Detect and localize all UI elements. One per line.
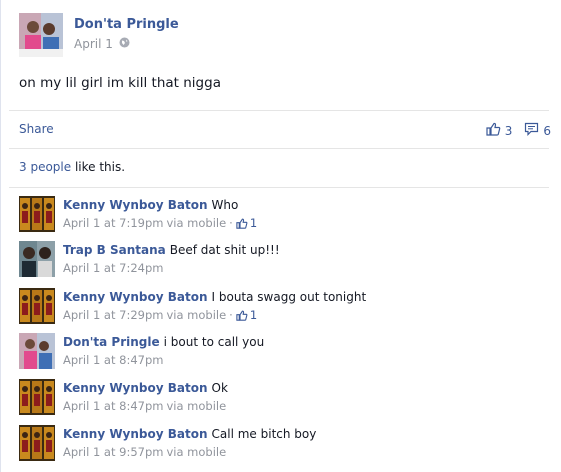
likes-summary-count[interactable]: 3 people: [19, 160, 71, 174]
comment-item: Kenny Wynboy Baton Call me bitch boy Apri…: [19, 425, 549, 461]
comment-meta: April 1 at 7:24pm: [63, 261, 163, 275]
comment-line: Kenny Wynboy Baton Call me bitch boy: [63, 427, 316, 441]
comment-via: via mobile: [166, 308, 227, 322]
post-card: Don'ta Pringle April 1 on my lil girl im…: [0, 0, 561, 472]
comment-author[interactable]: Kenny Wynboy Baton: [63, 381, 208, 395]
action-row: Share 3 6: [19, 122, 551, 138]
comment-author[interactable]: Kenny Wynboy Baton: [63, 427, 208, 441]
comment-meta: April 1 at 8:47pm: [63, 353, 163, 367]
thumbs-up-icon: [236, 310, 248, 321]
comment-meta: April 1 at 9:57pm via mobile: [63, 445, 226, 459]
commenter-avatar[interactable]: [19, 288, 55, 324]
comment-meta: April 1 at 7:29pm via mobile · 1: [63, 308, 257, 322]
comment-item: Don'ta Pringle i bout to call you April 1…: [19, 333, 549, 369]
comment-item: Kenny Wynboy Baton I bouta swagg out toni…: [19, 288, 549, 324]
divider: [9, 187, 549, 188]
comment-count[interactable]: 6: [543, 124, 551, 138]
comment-via: via mobile: [166, 399, 227, 413]
comment-text: I bouta swagg out tonight: [211, 290, 367, 304]
post-date[interactable]: April 1: [74, 37, 113, 51]
commenter-avatar[interactable]: [19, 333, 55, 369]
post-text: on my lil girl im kill that nigga: [19, 75, 221, 91]
comment-text: Call me bitch boy: [211, 427, 317, 441]
comment-item: Trap B Santana Beef dat shit up!!! April …: [19, 241, 549, 277]
commenter-avatar[interactable]: [19, 196, 55, 232]
counts: 3 6: [486, 122, 551, 139]
author-avatar[interactable]: [19, 13, 63, 57]
comment-via: via mobile: [166, 445, 227, 459]
comment-item: Kenny Wynboy Baton Ok April 1 at 8:47pm v…: [19, 379, 549, 415]
comment-line: Kenny Wynboy Baton I bouta swagg out toni…: [63, 290, 366, 304]
comment-author[interactable]: Kenny Wynboy Baton: [63, 198, 208, 212]
comment-time[interactable]: April 1 at 8:47pm: [63, 399, 163, 413]
comment-line: Kenny Wynboy Baton Who: [63, 198, 238, 212]
post-author-name[interactable]: Don'ta Pringle: [74, 17, 179, 32]
share-link[interactable]: Share: [19, 122, 54, 136]
likes-summary: 3 people like this.: [19, 160, 125, 174]
comment-meta: April 1 at 7:19pm via mobile · 1: [63, 216, 257, 230]
comment-line: Trap B Santana Beef dat shit up!!!: [63, 243, 280, 257]
commenter-avatar[interactable]: [19, 241, 55, 277]
comment-time[interactable]: April 1 at 7:24pm: [63, 261, 163, 275]
comment-icon[interactable]: [524, 122, 539, 139]
comment-text: i bout to call you: [163, 335, 265, 349]
comment-time[interactable]: April 1 at 9:57pm: [63, 445, 163, 459]
comment-author[interactable]: Trap B Santana: [63, 243, 166, 257]
comment-line: Don'ta Pringle i bout to call you: [63, 335, 264, 349]
comment-item: Kenny Wynboy Baton Who April 1 at 7:19pm …: [19, 196, 549, 232]
comment-author[interactable]: Kenny Wynboy Baton: [63, 290, 208, 304]
comment-like[interactable]: 1: [236, 216, 257, 230]
comment-like[interactable]: 1: [236, 308, 257, 322]
comment-like-count: 1: [249, 216, 258, 230]
comment-via: via mobile: [166, 216, 227, 230]
divider: [9, 110, 549, 111]
globe-icon[interactable]: [119, 37, 130, 51]
separator-dot: ·: [229, 216, 233, 230]
like-count[interactable]: 3: [505, 124, 513, 138]
comment-text: Ok: [211, 381, 228, 395]
comment-text: Beef dat shit up!!!: [169, 243, 280, 257]
comment-text: Who: [211, 198, 239, 212]
comment-author[interactable]: Don'ta Pringle: [63, 335, 160, 349]
thumbs-up-icon[interactable]: [486, 122, 501, 139]
commenter-avatar[interactable]: [19, 425, 55, 461]
divider: [9, 148, 549, 149]
comment-meta: April 1 at 8:47pm via mobile: [63, 399, 226, 413]
comment-time[interactable]: April 1 at 8:47pm: [63, 353, 163, 367]
comment-line: Kenny Wynboy Baton Ok: [63, 381, 228, 395]
post-meta: April 1: [74, 37, 130, 51]
comment-time[interactable]: April 1 at 7:19pm: [63, 216, 163, 230]
commenter-avatar[interactable]: [19, 379, 55, 415]
thumbs-up-icon: [236, 218, 248, 229]
comment-time[interactable]: April 1 at 7:29pm: [63, 308, 163, 322]
separator-dot: ·: [229, 308, 233, 322]
likes-summary-suffix: like this.: [71, 160, 126, 174]
comment-like-count: 1: [249, 308, 258, 322]
